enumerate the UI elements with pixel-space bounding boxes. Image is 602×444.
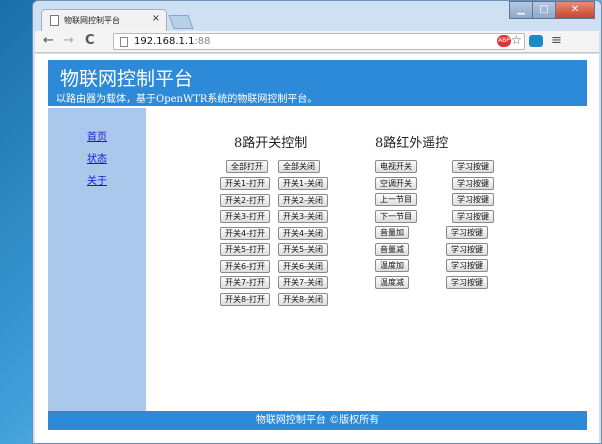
switch-on-button-7[interactable]: 开关7-打开 [220, 276, 270, 289]
sidebar-item-home[interactable]: 首页 [87, 128, 107, 143]
switch-on-button-1[interactable]: 开关1-打开 [220, 177, 270, 190]
sidebar-item-about[interactable]: 关于 [87, 172, 107, 187]
switch-off-button-5[interactable]: 开关5-关闭 [278, 243, 328, 256]
ir-learn-button-3[interactable]: 学习按键 [452, 193, 494, 206]
switch-on-button-4[interactable]: 开关4-打开 [220, 227, 270, 240]
switch-on-button-6[interactable]: 开关6-打开 [220, 260, 270, 273]
ir-action-button-5[interactable]: 音量加 [375, 226, 409, 239]
site-header: 物联网控制平台 以路由器为载体，基于OpenWTR系统的物联网控制平台。 [48, 60, 587, 106]
ir-learn-button-4[interactable]: 学习按键 [452, 210, 494, 223]
ir-action-button-6[interactable]: 音量减 [375, 243, 409, 256]
switch-on-button-8[interactable]: 开关8-打开 [220, 293, 270, 306]
ir-learn-button-6[interactable]: 学习按键 [446, 243, 488, 256]
switch-on-button-3[interactable]: 开关3-打开 [220, 210, 270, 223]
ir-learn-button-2[interactable]: 学习按键 [452, 177, 494, 190]
extension-icon[interactable] [529, 35, 543, 47]
ir-action-button-7[interactable]: 温度加 [375, 259, 409, 272]
window-controls: ▁ □ ✕ [509, 1, 595, 19]
adblock-icon[interactable]: ABP [497, 35, 511, 47]
page-icon [120, 37, 128, 47]
reload-icon[interactable]: C [85, 33, 95, 48]
address-bar[interactable]: 192.168.1.1:88 [113, 33, 525, 50]
switch-off-button-3[interactable]: 开关3-关闭 [278, 210, 328, 223]
forward-icon[interactable]: → [63, 33, 74, 48]
back-icon[interactable]: ← [43, 33, 54, 48]
site-footer: 物联网控制平台 ©版权所有 [48, 411, 587, 430]
bookmark-star-icon[interactable]: ☆ [511, 33, 522, 47]
maximize-button[interactable]: □ [532, 1, 556, 19]
minimize-button[interactable]: ▁ [509, 1, 533, 19]
ir-action-button-3[interactable]: 上一节目 [375, 193, 417, 206]
browser-tab[interactable]: 物联网控制平台 × [41, 9, 167, 31]
browser-window: 物联网控制平台 × ▁ □ ✕ ← → C 192.168.1.1:88 ABP… [32, 0, 602, 444]
page-content: 物联网控制平台 以路由器为载体，基于OpenWTR系统的物联网控制平台。 首页 … [35, 54, 599, 443]
close-window-button[interactable]: ✕ [555, 1, 595, 19]
sidebar: 首页 状态 关于 [48, 108, 146, 411]
switch-off-button-8[interactable]: 开关8-关闭 [278, 293, 328, 306]
ir-action-button-2[interactable]: 空调开关 [375, 177, 417, 190]
switch-off-button-2[interactable]: 开关2-关闭 [278, 194, 328, 207]
ir-learn-button-1[interactable]: 学习按键 [452, 160, 494, 173]
ir-action-button-4[interactable]: 下一节目 [375, 210, 417, 223]
all-on-button[interactable]: 全部打开 [226, 160, 268, 173]
switch-panel-title: 8路开关控制 [234, 136, 308, 151]
switch-off-button-6[interactable]: 开关6-关闭 [278, 260, 328, 273]
tab-title: 物联网控制平台 [64, 16, 120, 25]
switch-off-button-4[interactable]: 开关4-关闭 [278, 227, 328, 240]
url-port: :88 [194, 36, 211, 47]
ir-learn-button-8[interactable]: 学习按键 [446, 276, 488, 289]
site-subtitle: 以路由器为载体，基于OpenWTR系统的物联网控制平台。 [56, 94, 318, 105]
tab-close-icon[interactable]: × [152, 13, 160, 24]
new-tab-button[interactable] [168, 15, 194, 29]
menu-icon[interactable]: ≡ [551, 33, 562, 48]
ir-action-button-8[interactable]: 温度减 [375, 276, 409, 289]
ir-panel-title: 8路红外遥控 [375, 136, 449, 151]
page-icon [50, 15, 59, 26]
all-off-button[interactable]: 全部关闭 [278, 160, 320, 173]
ir-learn-button-5[interactable]: 学习按键 [446, 226, 488, 239]
switch-off-button-7[interactable]: 开关7-关闭 [278, 276, 328, 289]
url-host: 192.168.1.1 [134, 36, 195, 47]
browser-toolbar: ← → C 192.168.1.1:88 ABP ☆ ≡ [35, 31, 599, 53]
ir-learn-button-7[interactable]: 学习按键 [446, 259, 488, 272]
site-title: 物联网控制平台 [60, 68, 194, 90]
ir-action-button-1[interactable]: 电视开关 [375, 160, 417, 173]
switch-on-button-5[interactable]: 开关5-打开 [220, 243, 270, 256]
switch-off-button-1[interactable]: 开关1-关闭 [278, 177, 328, 190]
main-panel: 8路开关控制 8路红外遥控 全部打开 全部关闭 开关1-打开 开关1-关闭 开关2-… [146, 108, 587, 411]
sidebar-item-status[interactable]: 状态 [87, 150, 107, 165]
switch-on-button-2[interactable]: 开关2-打开 [220, 194, 270, 207]
title-bar: 物联网控制平台 × ▁ □ ✕ [33, 1, 601, 31]
